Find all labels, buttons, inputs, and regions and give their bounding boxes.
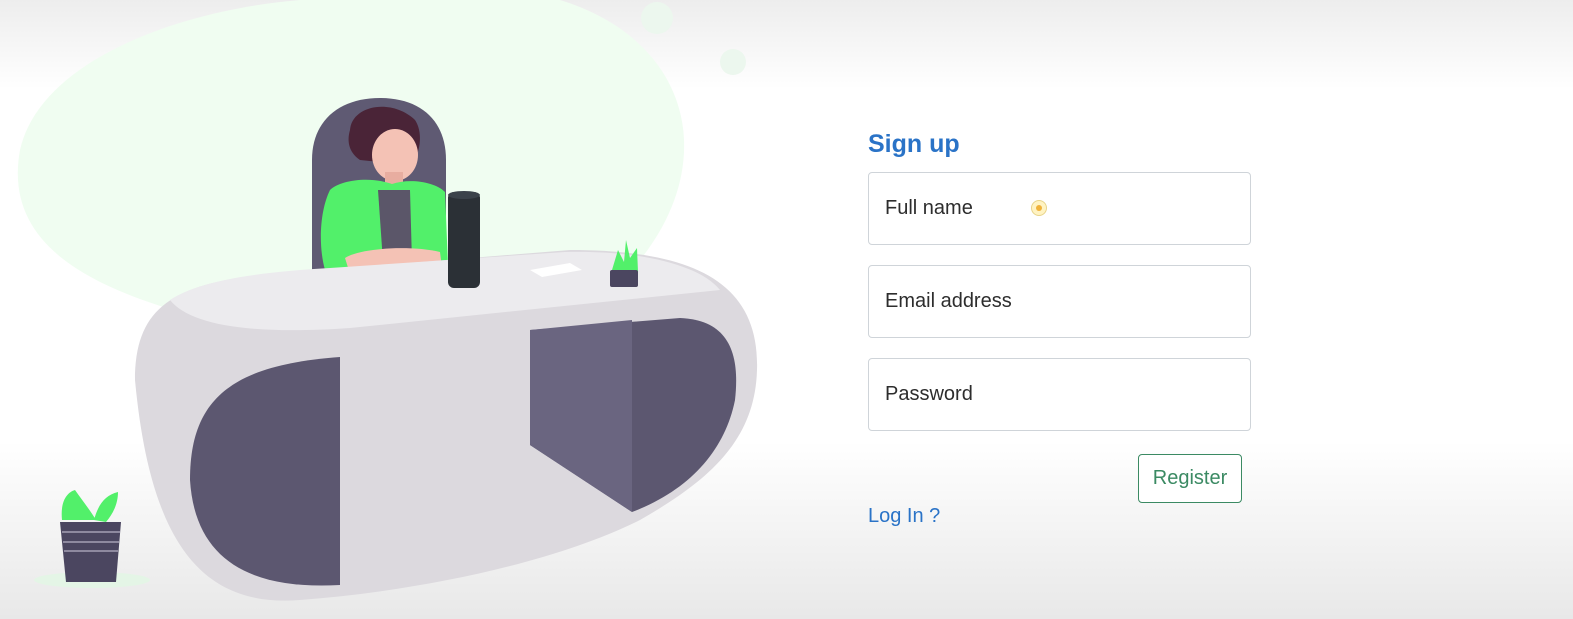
login-link[interactable]: Log In ? — [868, 505, 940, 528]
office-illustration — [17, 0, 758, 601]
email-field[interactable] — [868, 265, 1251, 338]
blob-dot — [641, 2, 673, 34]
register-button[interactable]: Register — [1138, 454, 1242, 503]
blob-dot-small — [720, 49, 746, 75]
full-name-field[interactable] — [868, 172, 1251, 245]
desk-plant-pot — [610, 270, 638, 287]
speaker — [448, 192, 480, 288]
password-field[interactable] — [868, 358, 1251, 431]
signup-form: Sign up Register Log In ? — [868, 120, 1251, 527]
floor-plant-leaves — [61, 490, 118, 522]
cursor-indicator-icon — [1031, 200, 1047, 216]
signup-title: Sign up — [868, 130, 960, 158]
